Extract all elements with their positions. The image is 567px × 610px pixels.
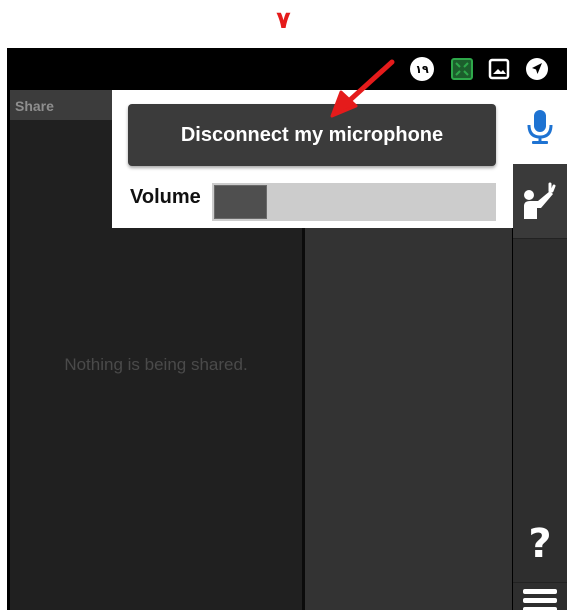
menu-icon <box>523 589 557 610</box>
app-window: ۱۹ Share Nothing is being shared. ? Disc… <box>7 48 567 610</box>
volume-label: Volume <box>130 186 201 208</box>
rail-separator <box>513 238 567 239</box>
image-icon <box>487 57 511 81</box>
raise-hand-icon <box>524 182 556 219</box>
share-empty-message: Nothing is being shared. <box>64 355 248 374</box>
menu-button[interactable] <box>513 583 567 610</box>
disconnect-microphone-button[interactable]: Disconnect my microphone <box>128 104 496 166</box>
audio-popover: Disconnect my microphone Volume <box>112 90 513 228</box>
location-arrow-icon <box>525 57 549 81</box>
volume-slider[interactable] <box>212 183 496 221</box>
help-icon: ? <box>528 521 552 567</box>
microphone-button[interactable] <box>513 90 567 164</box>
raise-hand-button[interactable] <box>513 164 567 238</box>
share-title: Share <box>15 98 54 114</box>
help-button[interactable]: ? <box>513 506 567 582</box>
status-bar: ۱۹ <box>7 48 567 90</box>
fullscreen-toggle-icon[interactable] <box>450 57 474 81</box>
microphone-icon <box>527 110 553 144</box>
notification-count-icon: ۱۹ <box>410 57 434 81</box>
right-rail: ? <box>513 90 567 610</box>
step-number: ۷ <box>276 6 291 34</box>
volume-level-fill <box>214 185 267 219</box>
